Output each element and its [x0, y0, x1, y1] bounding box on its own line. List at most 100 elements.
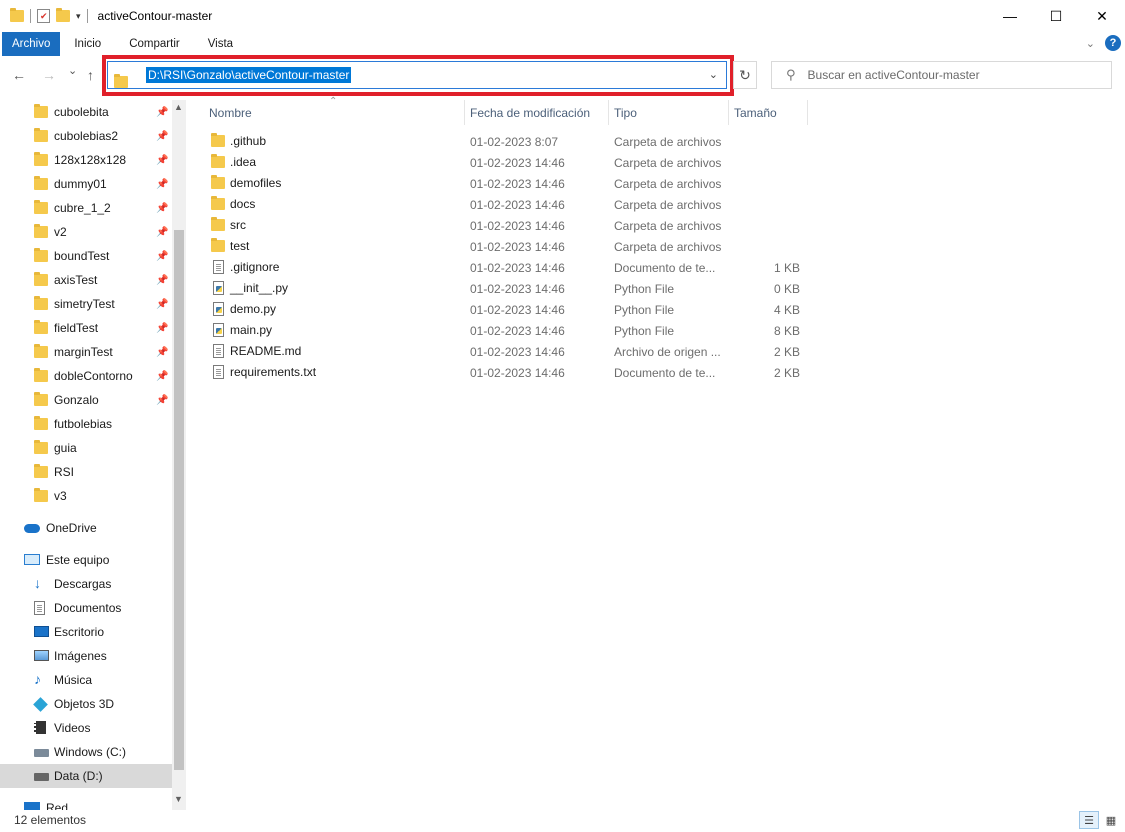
file-type: Carpeta de archivos	[614, 156, 722, 170]
search-box[interactable]: ⚲ Buscar en activeContour-master	[771, 61, 1112, 89]
sidebar-item-onedrive[interactable]: OneDrive	[0, 516, 172, 540]
file-date: 01-02-2023 14:46	[470, 282, 565, 296]
folder-icon	[34, 344, 48, 358]
sidebar-item-v3[interactable]: v3	[0, 484, 172, 508]
expand-ribbon-icon[interactable]: ⌄	[1086, 37, 1095, 50]
close-button[interactable]: ✕	[1079, 0, 1125, 32]
maximize-button[interactable]: ☐	[1033, 0, 1079, 32]
folder-icon	[34, 464, 48, 478]
large-icons-view-icon[interactable]: ▦	[1101, 811, 1121, 829]
file-type: Python File	[614, 303, 675, 317]
file-row[interactable]: requirements.txt 01-02-2023 14:46 Document…	[188, 362, 1125, 383]
file-name: src	[230, 218, 246, 232]
sidebar-item-doblecontorno[interactable]: dobleContorno 📌	[0, 364, 172, 388]
sidebar-item-imagenes[interactable]: Imágenes	[0, 644, 172, 668]
file-row[interactable]: README.md 01-02-2023 14:46 Archivo de orig…	[188, 341, 1125, 362]
file-row[interactable]: demofiles 01-02-2023 14:46 Carpeta de arch…	[188, 173, 1125, 194]
recent-locations-button[interactable]: ⌄	[68, 64, 77, 77]
sidebar-item-gonzalo[interactable]: Gonzalo 📌	[0, 388, 172, 412]
folder-icon	[34, 416, 48, 430]
scroll-up-icon[interactable]: ▲	[174, 102, 183, 112]
file-row[interactable]: .gitignore 01-02-2023 14:46 Documento de t…	[188, 257, 1125, 278]
refresh-button[interactable]: ↻	[733, 61, 757, 89]
pin-icon[interactable]: 📌	[156, 179, 168, 190]
sidebar-item-margintest[interactable]: marginTest 📌	[0, 340, 172, 364]
pin-icon[interactable]: 📌	[156, 275, 168, 286]
column-divider[interactable]	[728, 100, 729, 125]
search-icon: ⚲	[786, 67, 796, 82]
new-folder-icon[interactable]	[56, 8, 70, 22]
sidebar-item-rsi[interactable]: RSI	[0, 460, 172, 484]
back-button[interactable]: ←	[12, 67, 26, 83]
folder-icon	[211, 217, 225, 231]
pin-icon[interactable]: 📌	[156, 251, 168, 262]
pin-icon[interactable]: 📌	[156, 347, 168, 358]
customize-toolbar-icon[interactable]: ▾	[76, 11, 81, 22]
sidebar-item-this-pc[interactable]: Este equipo	[0, 548, 172, 572]
tab-archivo[interactable]: Archivo	[2, 32, 61, 56]
sidebar-item-cubolebias2[interactable]: cubolebias2 📌	[0, 124, 172, 148]
pin-icon[interactable]: 📌	[156, 203, 168, 214]
sidebar-item-guia[interactable]: guia	[0, 436, 172, 460]
search-placeholder[interactable]: Buscar en activeContour-master	[808, 68, 980, 82]
minimize-button[interactable]: —	[987, 0, 1033, 32]
sidebar-item-windows-c[interactable]: Windows (C:)	[0, 740, 172, 764]
sidebar-item-escritorio[interactable]: Escritorio	[0, 620, 172, 644]
tab-compartir[interactable]: Compartir	[115, 32, 193, 56]
pin-icon[interactable]: 📌	[156, 323, 168, 334]
file-row[interactable]: __init__.py 01-02-2023 14:46 Python File 0 …	[188, 278, 1125, 299]
sidebar-item-boundtest[interactable]: boundTest 📌	[0, 244, 172, 268]
file-type: Carpeta de archivos	[614, 198, 722, 212]
scroll-down-icon[interactable]: ▼	[174, 794, 183, 804]
file-row[interactable]: .idea 01-02-2023 14:46 Carpeta de archivos	[188, 152, 1125, 173]
pin-icon[interactable]: 📌	[156, 371, 168, 382]
details-view-icon[interactable]: ☰	[1079, 811, 1099, 829]
column-header-size[interactable]: Tamaño	[734, 100, 777, 125]
column-divider[interactable]	[608, 100, 609, 125]
sidebar-item-videos[interactable]: Videos	[0, 716, 172, 740]
sidebar-item-fieldtest[interactable]: fieldTest 📌	[0, 316, 172, 340]
sidebar-item-futbolebias[interactable]: futbolebias	[0, 412, 172, 436]
pin-icon[interactable]: 📌	[156, 299, 168, 310]
file-row[interactable]: src 01-02-2023 14:46 Carpeta de archivos	[188, 215, 1125, 236]
tab-inicio[interactable]: Inicio	[60, 32, 115, 56]
sidebar-item-cubre_1_2[interactable]: cubre_1_2 📌	[0, 196, 172, 220]
python-file-icon	[212, 323, 224, 337]
file-row[interactable]: docs 01-02-2023 14:46 Carpeta de archivos	[188, 194, 1125, 215]
pin-icon[interactable]: 📌	[156, 395, 168, 406]
sidebar-item-dummy01[interactable]: dummy01 📌	[0, 172, 172, 196]
sidebar-item-musica[interactable]: ♪ Música	[0, 668, 172, 692]
file-row[interactable]: demo.py 01-02-2023 14:46 Python File 4 KB	[188, 299, 1125, 320]
column-header-date[interactable]: Fecha de modificación	[470, 100, 590, 125]
sidebar-item-data-d[interactable]: Data (D:)	[0, 764, 172, 788]
pin-icon[interactable]: 📌	[156, 107, 168, 118]
tab-vista[interactable]: Vista	[194, 32, 247, 56]
sidebar-item-v2[interactable]: v2 📌	[0, 220, 172, 244]
column-header-name[interactable]: Nombre	[209, 100, 252, 125]
sidebar-item-128x128x128[interactable]: 128x128x128 📌	[0, 148, 172, 172]
forward-button[interactable]: →	[42, 67, 56, 83]
pin-icon[interactable]: 📌	[156, 155, 168, 166]
sidebar-item-simetrytest[interactable]: simetryTest 📌	[0, 292, 172, 316]
sidebar-item-axistest[interactable]: axisTest 📌	[0, 268, 172, 292]
sidebar-scrollbar[interactable]: ▲ ▼	[172, 100, 186, 810]
file-row[interactable]: main.py 01-02-2023 14:46 Python File 8 KB	[188, 320, 1125, 341]
column-header-type[interactable]: Tipo	[614, 100, 637, 125]
sidebar-item-documentos[interactable]: Documentos	[0, 596, 172, 620]
sidebar-item-objetos-3d[interactable]: Objetos 3D	[0, 692, 172, 716]
document-icon	[212, 365, 224, 379]
sidebar-item-descargas[interactable]: ↓ Descargas	[0, 572, 172, 596]
file-row[interactable]: .github 01-02-2023 8:07 Carpeta de archivo…	[188, 131, 1125, 152]
column-divider[interactable]	[807, 100, 808, 125]
properties-icon[interactable]: ✔	[37, 9, 50, 23]
videos-icon	[34, 721, 46, 734]
up-button[interactable]: ↑	[87, 67, 94, 83]
column-divider[interactable]	[464, 100, 465, 125]
help-icon[interactable]: ?	[1105, 35, 1121, 51]
file-row[interactable]: test 01-02-2023 14:46 Carpeta de archivos	[188, 236, 1125, 257]
file-date: 01-02-2023 14:46	[470, 303, 565, 317]
pin-icon[interactable]: 📌	[156, 227, 168, 238]
pin-icon[interactable]: 📌	[156, 131, 168, 142]
sidebar-item-cubolebita[interactable]: cubolebita 📌	[0, 100, 172, 124]
scrollbar-thumb[interactable]	[174, 230, 184, 770]
